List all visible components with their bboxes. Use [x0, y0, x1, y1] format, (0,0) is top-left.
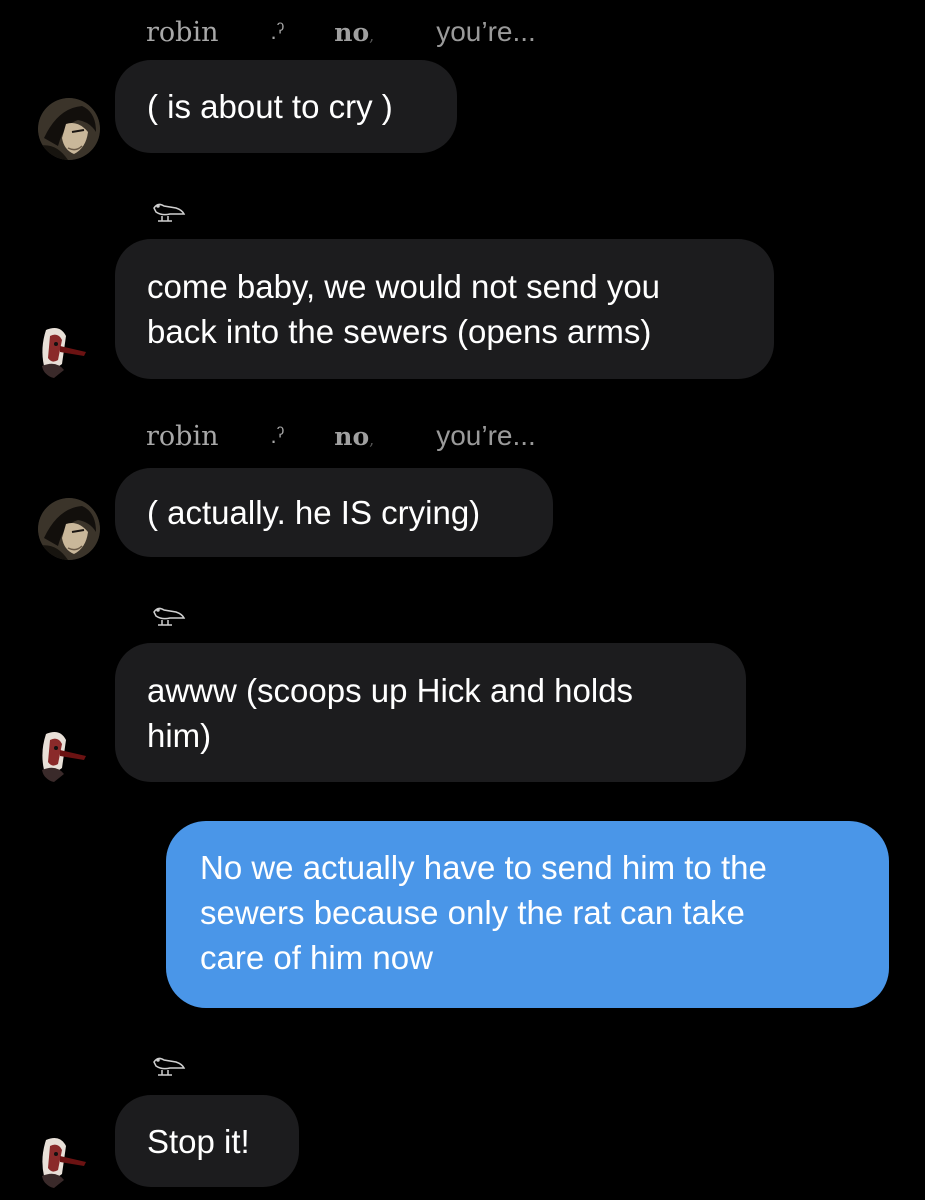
sender-name-part: you’re... — [436, 420, 536, 451]
sender-name-part: robin — [146, 16, 219, 48]
message-bubble[interactable]: come baby, we would not send you back in… — [115, 239, 774, 379]
red-black-character-avatar[interactable] — [36, 724, 98, 786]
sender-name-part: no, — [334, 421, 375, 451]
sender-name: robin .ˀ no, you’re... — [146, 12, 536, 52]
sender-name-part: robin — [146, 420, 219, 452]
sender-name-part: .ˀ — [270, 423, 285, 448]
message-thread[interactable]: robin .ˀ no, you’re... ( is about to cry… — [0, 0, 925, 1200]
message-bubble[interactable]: Stop it! — [115, 1095, 299, 1187]
bird-icon — [146, 196, 186, 224]
sender-name-part: you’re... — [436, 16, 536, 47]
red-black-character-avatar[interactable] — [36, 1130, 98, 1192]
sender-name-part: no, — [334, 17, 375, 47]
message-bubble[interactable]: ( actually. he IS crying) — [115, 468, 553, 557]
message-bubble[interactable]: awww (scoops up Hick and holds him) — [115, 643, 746, 782]
dark-portrait-avatar[interactable] — [38, 98, 100, 160]
outgoing-message-bubble[interactable]: No we actually have to send him to the s… — [166, 821, 889, 1008]
sender-name-part: .ˀ — [270, 19, 285, 44]
bird-icon — [146, 600, 186, 628]
message-bubble[interactable]: ( is about to cry ) — [115, 60, 457, 153]
bird-icon — [146, 1050, 186, 1078]
dark-portrait-avatar[interactable] — [38, 498, 100, 560]
sender-name: robin .ˀ no, you’re... — [146, 416, 536, 456]
red-black-character-avatar[interactable] — [36, 320, 98, 382]
